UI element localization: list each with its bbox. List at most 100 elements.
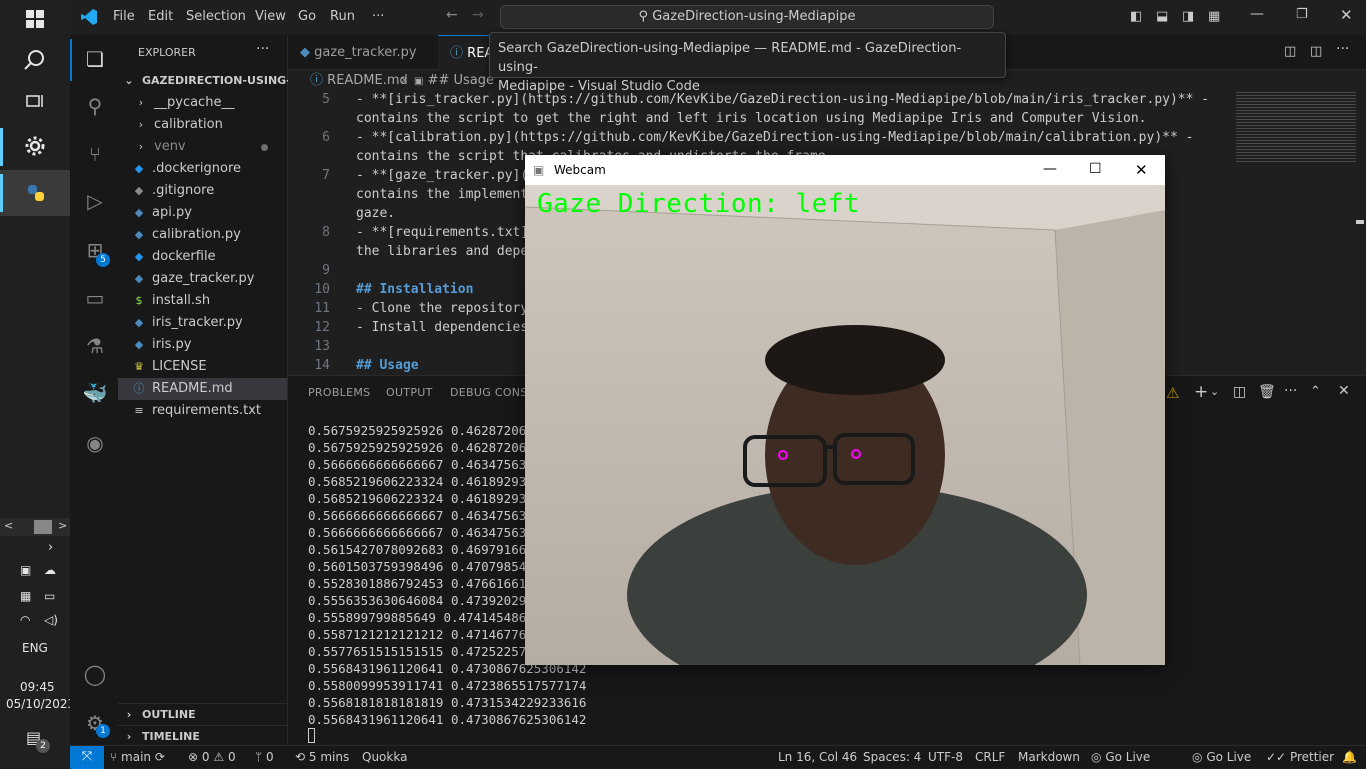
open-preview-icon[interactable]: ◫	[1284, 44, 1296, 59]
outline-section[interactable]: › OUTLINE	[118, 703, 287, 725]
minimize-icon[interactable]: —	[1043, 154, 1057, 184]
back-arrow-icon[interactable]: ←	[446, 7, 458, 23]
close-panel-icon[interactable]: ✕	[1338, 383, 1350, 399]
tree-file[interactable]: ◆ gaze_tracker.py	[118, 268, 287, 290]
trash-icon[interactable]: 🗑	[1258, 384, 1276, 400]
taskbar-scrollbar[interactable]: < >	[0, 518, 70, 536]
docker-icon[interactable]: 🐳	[82, 380, 108, 406]
tree-folder[interactable]: › venv	[118, 136, 287, 158]
toggle-secondary-sidebar-icon[interactable]: ◨	[1182, 9, 1194, 24]
clock-time[interactable]: 09:45	[20, 680, 55, 694]
tablet-icon[interactable]: ▦	[20, 589, 31, 603]
command-center[interactable]: ⚲ GazeDirection-using-Mediapipe	[500, 5, 994, 29]
restore-icon[interactable]: ❐	[1296, 7, 1308, 22]
tree-file[interactable]: ◆ .gitignore	[118, 180, 287, 202]
tree-file[interactable]: ≡ requirements.txt	[118, 400, 287, 422]
webcam-title-bar[interactable]: ▣ Webcam — ☐ ✕	[525, 155, 1165, 185]
tree-file[interactable]: $ install.sh	[118, 290, 287, 312]
accounts-icon[interactable]: ◯	[82, 661, 108, 687]
explorer-icon[interactable]: ❏	[82, 46, 108, 72]
customize-layout-icon[interactable]: ▦	[1208, 9, 1220, 24]
settings-icon[interactable]	[20, 131, 50, 161]
scroll-right-icon[interactable]: >	[58, 519, 67, 532]
new-terminal-icon[interactable]: +	[1194, 382, 1208, 402]
tree-file[interactable]: ◆ iris_tracker.py	[118, 312, 287, 334]
warning-icon[interactable]: ⚠	[1166, 384, 1179, 402]
quokka-status[interactable]: Quokka	[362, 750, 407, 764]
tree-file[interactable]: ♛ LICENSE	[118, 356, 287, 378]
split-terminal-icon[interactable]: ◫	[1233, 384, 1246, 400]
github-icon[interactable]: ◉	[82, 430, 108, 456]
tree-file[interactable]: ◆ api.py	[118, 202, 287, 224]
search-icon[interactable]	[20, 45, 50, 75]
menu-file[interactable]: File	[113, 9, 135, 24]
scroll-left-icon[interactable]: <	[4, 519, 13, 532]
git-branch[interactable]: ⑂ main ⟳	[110, 750, 165, 764]
menu-run[interactable]: Run	[330, 9, 355, 24]
source-control-icon[interactable]: ⑂	[82, 141, 108, 167]
language-indicator[interactable]: ENG	[22, 641, 48, 655]
vscode-taskbar-button[interactable]	[0, 170, 70, 216]
forward-arrow-icon[interactable]: →	[472, 7, 484, 23]
menu-edit[interactable]: Edit	[148, 9, 173, 24]
breadcrumb-section[interactable]: ▣ ## Usage	[414, 70, 494, 93]
remote-indicator-icon[interactable]: ⤧	[70, 746, 104, 769]
cursor-position[interactable]: Ln 16, Col 46	[778, 750, 857, 764]
indentation[interactable]: Spaces: 4	[863, 750, 921, 764]
language-mode[interactable]: Markdown	[1018, 750, 1080, 764]
clock-date[interactable]: 05/10/2023	[6, 697, 75, 711]
remote-explorer-icon[interactable]: ▭	[82, 285, 108, 311]
wifi-icon[interactable]: ◠	[20, 613, 30, 627]
tree-file[interactable]: ◆ calibration.py	[118, 224, 287, 246]
chevron-down-icon[interactable]: ⌄	[1210, 385, 1219, 398]
maximize-panel-icon[interactable]: ⌃	[1310, 384, 1321, 399]
tab-gaze-tracker[interactable]: ◆ gaze_tracker.py	[288, 35, 436, 70]
close-icon[interactable]: ✕	[1340, 6, 1353, 24]
end-of-line[interactable]: CRLF	[975, 750, 1005, 764]
tab-problems[interactable]: PROBLEMS	[308, 386, 370, 399]
notifications-bell-icon[interactable]: 🔔	[1342, 750, 1357, 764]
volume-icon[interactable]: ◁)	[44, 613, 58, 627]
go-live-2[interactable]: ◎ Go Live	[1192, 750, 1251, 764]
tree-file[interactable]: ◆ iris.py	[118, 334, 287, 356]
toggle-sidebar-icon[interactable]: ◧	[1130, 9, 1142, 24]
close-icon[interactable]: ✕	[1135, 155, 1148, 185]
run-debug-icon[interactable]: ▷	[82, 188, 108, 214]
meet-icon[interactable]: ▣	[20, 563, 31, 577]
search-icon[interactable]: ⚲	[82, 93, 108, 119]
breadcrumb-file[interactable]: ⓘ README.md	[310, 70, 408, 92]
menu-go[interactable]: Go	[298, 9, 316, 24]
split-editor-icon[interactable]: ◫	[1310, 44, 1322, 59]
chevron-right-icon[interactable]: ›	[48, 540, 53, 555]
go-live-1[interactable]: ◎ Go Live	[1091, 750, 1150, 764]
menu-view[interactable]: View	[255, 9, 286, 24]
editor-more-icon[interactable]: ···	[1336, 41, 1349, 57]
minimize-icon[interactable]: —	[1250, 6, 1264, 22]
windows-start-icon[interactable]	[20, 4, 50, 34]
onedrive-icon[interactable]: ☁	[44, 563, 56, 577]
battery-icon[interactable]: ▭	[44, 589, 55, 603]
tree-file[interactable]: ◆ .dockerignore	[118, 158, 287, 180]
minimap[interactable]	[1234, 92, 1366, 375]
tree-file[interactable]: ⓘ README.md	[118, 378, 287, 400]
ports-status[interactable]: ᛘ 0	[255, 750, 274, 764]
menu-more[interactable]: ···	[372, 9, 384, 24]
problems-status[interactable]: ⊗ 0 ⚠ 0	[188, 750, 236, 764]
timeline-section[interactable]: › TIMELINE	[118, 725, 287, 747]
webcam-window[interactable]: ▣ Webcam — ☐ ✕ Gaze Direction: left	[525, 155, 1165, 665]
project-root[interactable]: ⌄ GAZEDIRECTION-USING-...	[118, 70, 303, 92]
maximize-icon[interactable]: ☐	[1089, 154, 1102, 184]
explorer-more-icon[interactable]: ···	[256, 41, 269, 57]
tab-debug-console[interactable]: DEBUG CONSO	[450, 386, 537, 399]
tree-file[interactable]: ◆ dockerfile	[118, 246, 287, 268]
prettier-status[interactable]: ✓✓ Prettier	[1266, 750, 1334, 764]
tree-folder[interactable]: › __pycache__	[118, 92, 287, 114]
menu-selection[interactable]: Selection	[186, 9, 246, 24]
testing-icon[interactable]: ⚗	[82, 333, 108, 359]
task-view-icon[interactable]	[20, 86, 50, 116]
panel-more-icon[interactable]: ···	[1284, 383, 1297, 399]
tree-folder[interactable]: › calibration	[118, 114, 287, 136]
time-tracker[interactable]: ⟲ 5 mins	[295, 750, 349, 764]
toggle-panel-icon[interactable]: ⬓	[1156, 9, 1168, 24]
tab-output[interactable]: OUTPUT	[386, 386, 433, 399]
